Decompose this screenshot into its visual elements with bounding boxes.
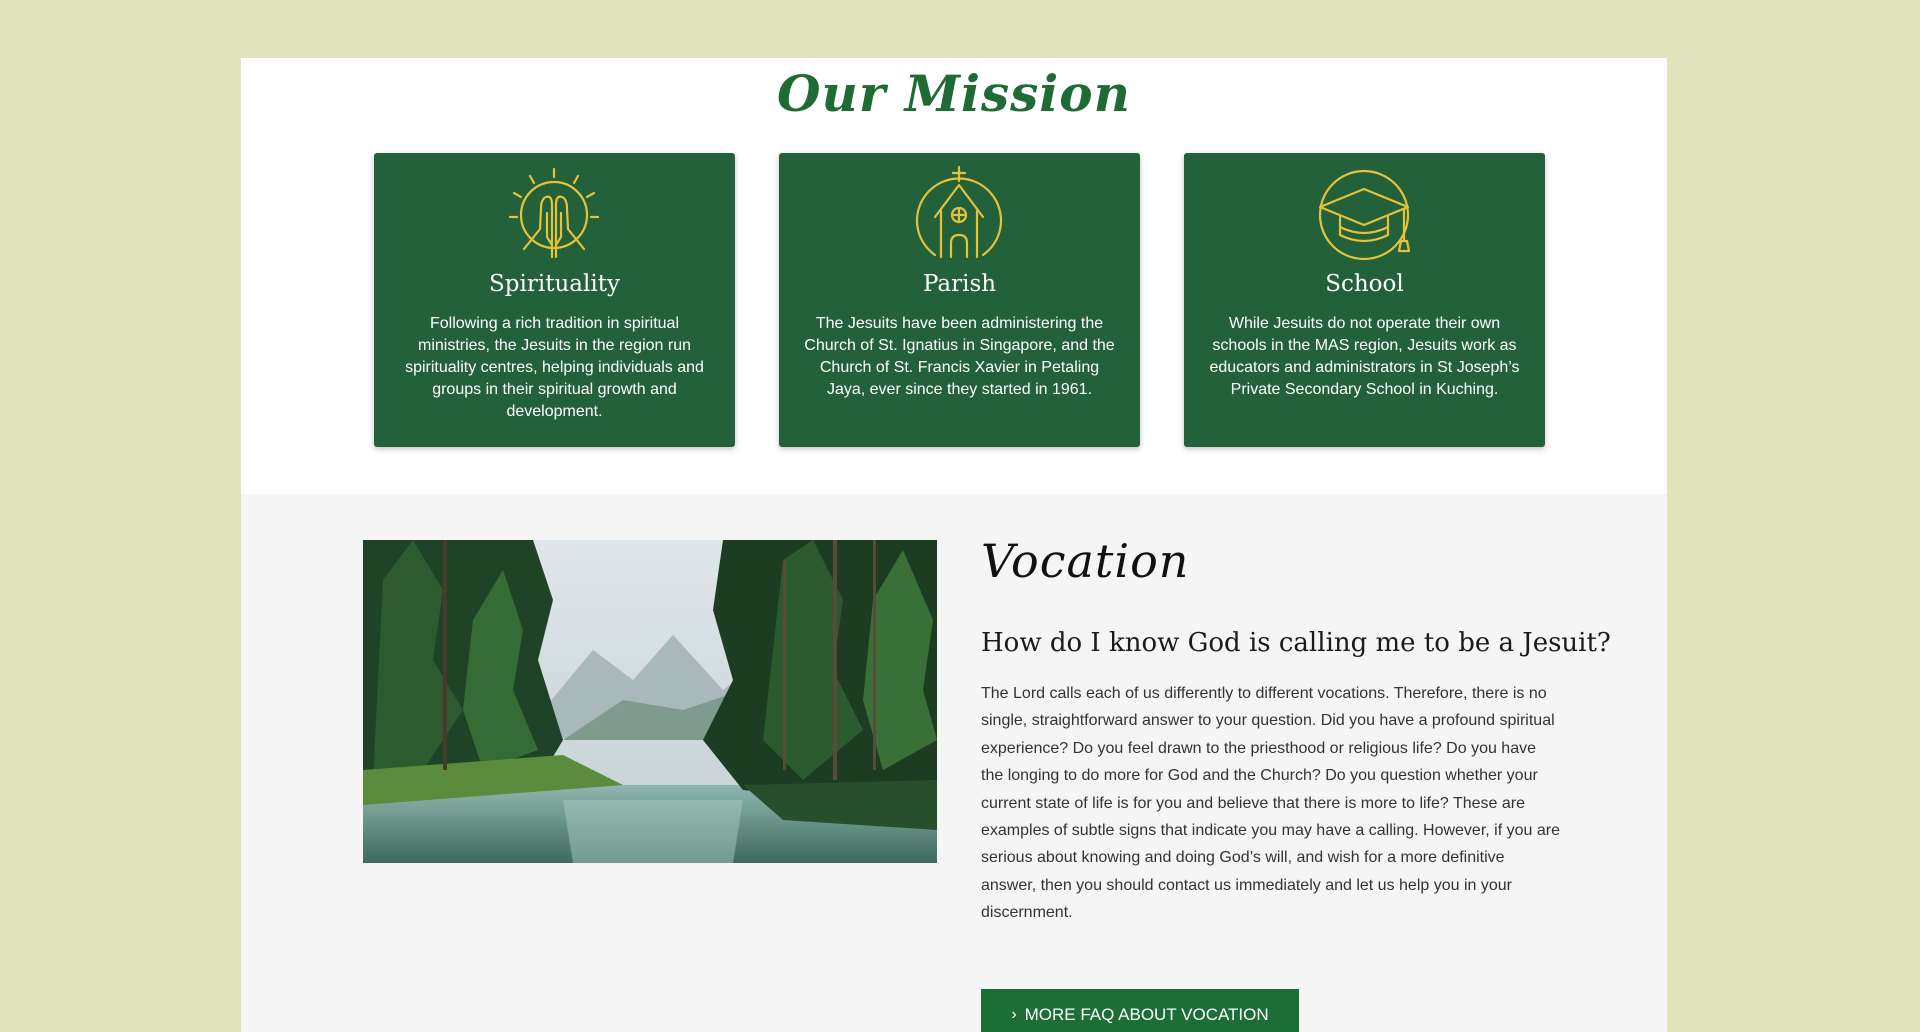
church-icon xyxy=(909,165,1009,265)
mission-section: Our Mission Spirituality Following a ric… xyxy=(241,58,1667,494)
chevron-right-icon: › xyxy=(1011,1006,1017,1023)
parish-title: Parish xyxy=(922,271,997,297)
parish-card: Parish The Jesuits have been administeri… xyxy=(779,153,1140,447)
spirituality-text: Following a rich tradition in spiritual … xyxy=(405,315,704,420)
graduation-cap-icon xyxy=(1314,165,1414,265)
more-faq-button[interactable]: › MORE FAQ ABOUT VOCATION xyxy=(981,989,1299,1032)
mission-title: Our Mission xyxy=(777,64,1131,123)
parish-text: The Jesuits have been administering the … xyxy=(804,315,1115,398)
vocation-subtitle: How do I know God is calling me to be a … xyxy=(981,628,1611,658)
page-container: Our Mission Spirituality Following a ric… xyxy=(241,58,1667,1032)
school-title: School xyxy=(1325,271,1404,297)
school-card: School While Jesuits do not operate thei… xyxy=(1184,153,1545,447)
forest-lake-photo xyxy=(363,540,937,863)
more-faq-label: MORE FAQ ABOUT VOCATION xyxy=(1024,1005,1269,1024)
vocation-section: Vocation How do I know God is calling me… xyxy=(241,494,1667,1032)
spirituality-title: Spirituality xyxy=(489,271,620,297)
praying-hands-icon xyxy=(504,165,604,265)
school-text: While Jesuits do not operate their own s… xyxy=(1209,315,1520,398)
vocation-body: The Lord calls each of us differently to… xyxy=(981,685,1560,922)
vocation-title: Vocation xyxy=(981,534,1190,588)
spirituality-card: Spirituality Following a rich tradition … xyxy=(374,153,735,447)
